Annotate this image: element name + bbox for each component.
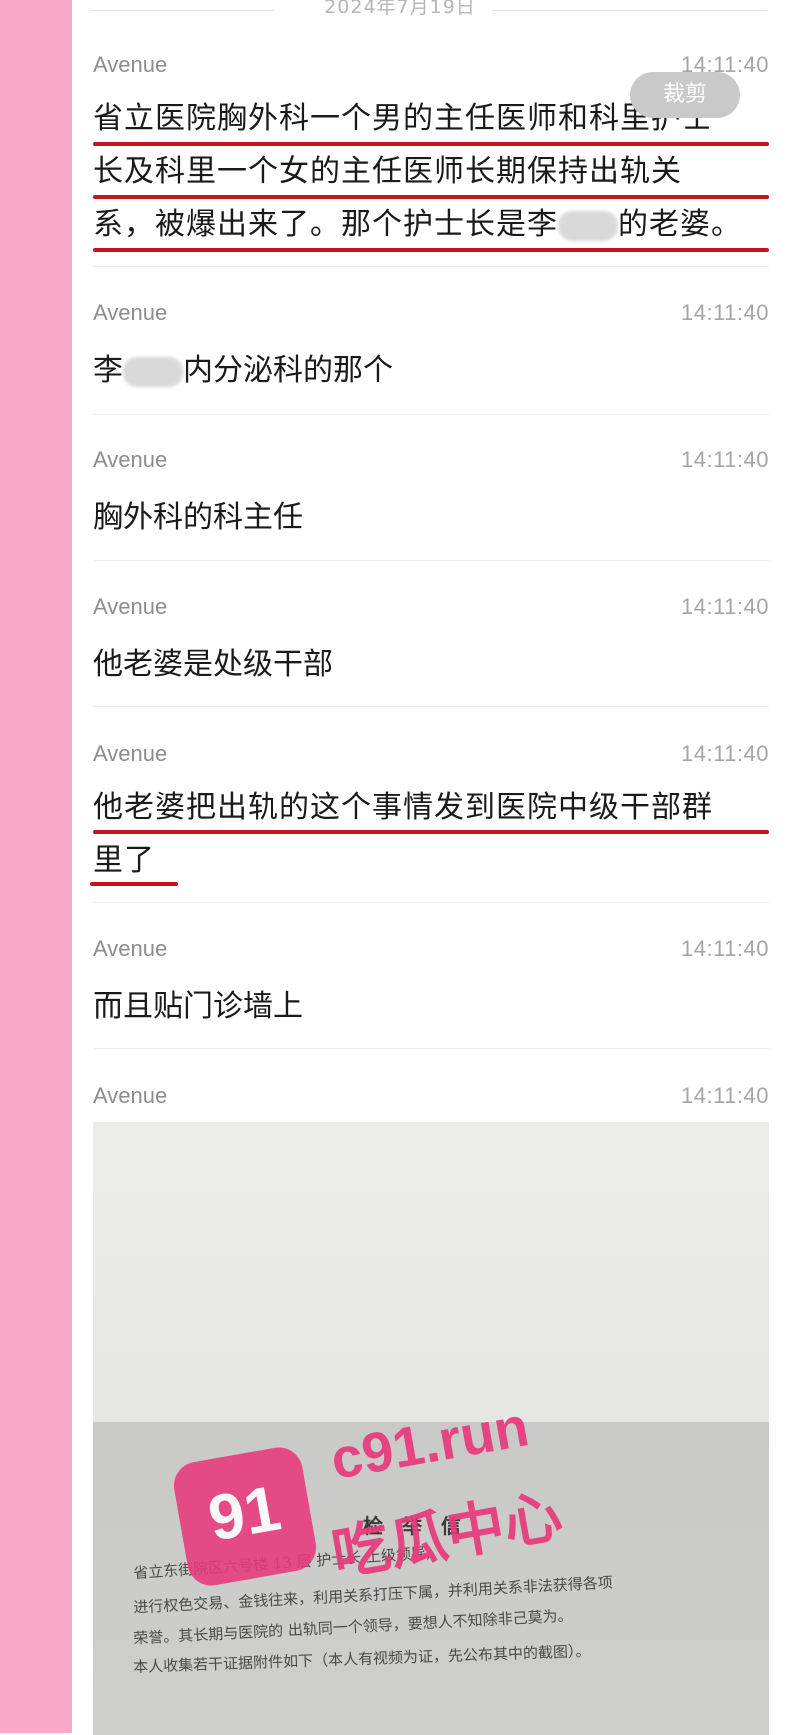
- message-line: 系，被爆出来了。那个护士长是李 的老婆。: [93, 207, 742, 242]
- message-time: 14:11:40: [680, 741, 769, 766]
- message-text: 胸外科的科主任: [93, 500, 303, 535]
- message-sender: Avenue: [93, 936, 168, 961]
- message-text: 而且贴门诊墙上: [93, 989, 303, 1024]
- message-separator: [93, 902, 769, 903]
- redacted-name: [123, 356, 183, 387]
- message-separator: [93, 706, 769, 707]
- message-sender: Avenue: [93, 594, 168, 619]
- message-sender: Avenue: [93, 1083, 168, 1108]
- message-line: 他老婆把出轨的这个事情发到医院中级干部群: [93, 790, 713, 825]
- message-time: 14:11:40: [680, 1083, 769, 1108]
- watermark-logo: 91: [170, 1443, 320, 1590]
- message-item[interactable]: Avenue 14:11:40: [93, 1083, 769, 1123]
- message-time: 14:11:40: [680, 594, 769, 619]
- message-sender: Avenue: [93, 741, 168, 766]
- red-underline: [93, 195, 769, 199]
- message-line: 里了: [93, 843, 155, 878]
- message-time: 14:11:40: [680, 300, 769, 325]
- date-divider: 2024年7月19日: [0, 0, 800, 30]
- red-underline: [90, 882, 178, 886]
- red-underline: [93, 142, 769, 146]
- letter-line: 本人收集若干证据附件如下（本人有视频为证，先公布其中的截图）。: [132, 1642, 591, 1676]
- message-time: 14:11:40: [680, 447, 769, 472]
- message-item[interactable]: Avenue 14:11:40 李内分泌科的那个: [93, 300, 769, 388]
- message-sender: Avenue: [93, 447, 168, 472]
- watermark: 91 c91.run 吃瓜中心: [170, 1394, 740, 1600]
- message-item[interactable]: Avenue 14:11:40 他老婆是处级干部: [93, 594, 769, 682]
- message-text: 李内分泌科的那个: [93, 353, 393, 388]
- message-item[interactable]: Avenue 14:11:40 他老婆把出轨的这个事情发到医院中级干部群 里了: [90, 741, 769, 886]
- message-time: 14:11:40: [680, 936, 769, 961]
- red-underline: [93, 248, 769, 252]
- message-text: 他老婆是处级干部: [93, 647, 333, 682]
- message-item[interactable]: Avenue 14:11:40 胸外科的科主任: [93, 447, 769, 535]
- message-item[interactable]: Avenue 14:11:40 而且贴门诊墙上: [93, 936, 769, 1024]
- left-sidebar: [0, 0, 72, 1733]
- red-underline: [93, 830, 769, 834]
- message-separator: [93, 560, 769, 561]
- redacted-name: [558, 210, 618, 241]
- message-sender: Avenue: [93, 52, 168, 77]
- message-separator: [93, 266, 769, 267]
- crop-button[interactable]: 裁剪: [630, 72, 740, 118]
- message-text: 他老婆把出轨的这个事情发到医院中级干部群 里了: [93, 781, 769, 887]
- message-line: 长及科里一个女的主任医师长期保持出轨关: [93, 154, 682, 189]
- message-sender: Avenue: [93, 300, 168, 325]
- message-separator: [93, 1048, 769, 1049]
- message-separator: [93, 414, 769, 415]
- date-divider-text: 2024年7月19日: [324, 0, 476, 18]
